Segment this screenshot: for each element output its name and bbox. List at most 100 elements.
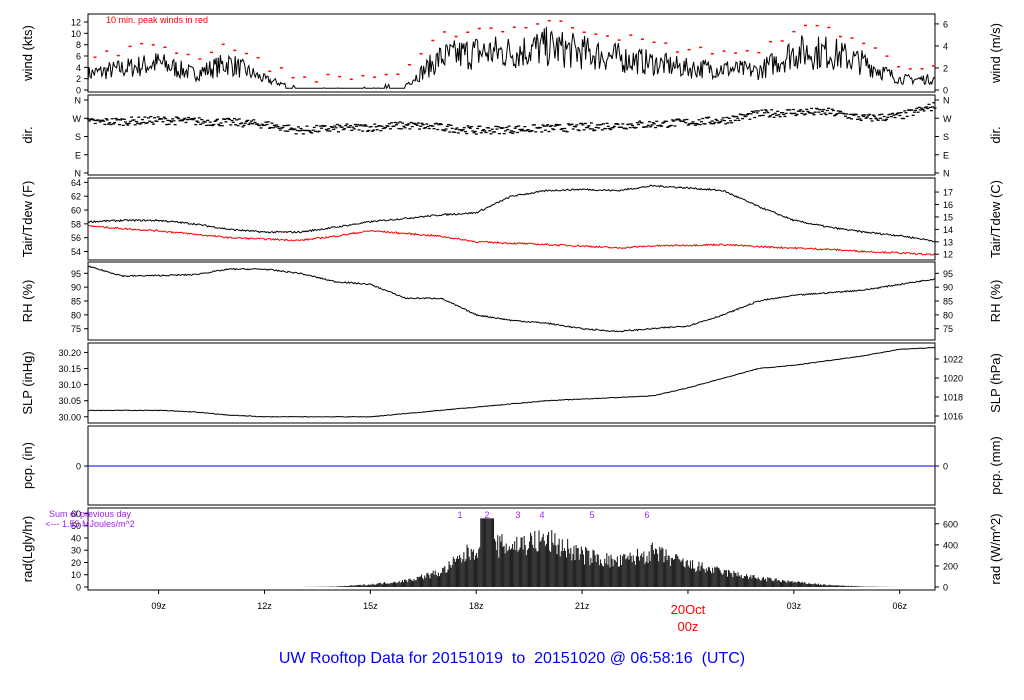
chart-canvas: wind (kts) wind (m/s)024681012024610 min.… — [20, 13, 1003, 634]
x-tick-label: 15z — [363, 601, 378, 611]
rad-tick-label: 40 — [71, 533, 81, 543]
wind-tick-label: 8 — [76, 40, 81, 50]
series-tair — [87, 184, 936, 243]
sun-marker: 4 — [539, 510, 544, 520]
rh-tick-label: 85 — [71, 297, 81, 307]
dir-rtick-label: S — [943, 132, 949, 142]
wind-ylabel: wind (kts) — [20, 25, 35, 82]
rh-ylabel: RH (%) — [20, 280, 35, 323]
wind-rtick-label: 4 — [943, 41, 948, 51]
slp-tick-label: 30.10 — [58, 380, 81, 390]
panel-wind — [87, 13, 936, 93]
dir-rtick-label: N — [943, 169, 950, 179]
wind-ylabel-right: wind (m/s) — [988, 23, 1003, 84]
temp-tick-label: 56 — [71, 233, 81, 243]
rad-ylabel: rad(Lgly/hr) — [20, 516, 35, 582]
rh-rtick-label: 95 — [943, 269, 953, 279]
dir-tick-label: W — [73, 114, 82, 124]
rh-rtick-label: 75 — [943, 324, 953, 334]
rad-tick-label: 30 — [71, 546, 81, 556]
dir-ylabel-right: dir. — [988, 126, 1003, 143]
chart-figure: wind (kts) wind (m/s) 0 2 4 6 8 10 12 0 2 4 6 10 min.… — [0, 0, 1024, 700]
wind-tick-label: 0 — [76, 86, 81, 96]
temp-ylabel-right: Tair/Tdew (C) — [988, 180, 1003, 258]
slp-rtick-label: 1018 — [943, 392, 963, 402]
rad-rtick-label: 400 — [943, 540, 958, 550]
sun-marker: 3 — [515, 510, 520, 520]
pcp-ylabel: pcp. (in) — [20, 442, 35, 489]
rad-tick-label: 0 — [76, 583, 81, 593]
sun-marker: 5 — [589, 510, 594, 520]
temp-tick-label: 60 — [71, 206, 81, 216]
dir-rtick-label: E — [943, 150, 949, 160]
wind-tick-label: 6 — [76, 52, 81, 62]
temp-tick-label: 62 — [71, 192, 81, 202]
wind-speed-line — [87, 26, 936, 90]
x-tick-label: 03z — [787, 601, 802, 611]
temp-rtick-label: 15 — [943, 212, 953, 222]
slp-line — [87, 346, 936, 418]
slp-ylabel: SLP (inHg) — [20, 351, 35, 414]
wind-tick-label: 2 — [76, 74, 81, 84]
rh-line — [87, 265, 936, 333]
rh-rtick-label: 80 — [943, 310, 953, 320]
x-date-label: 20Oct — [671, 602, 706, 617]
dir-tick-label: S — [75, 132, 81, 142]
panel-temp — [87, 177, 936, 261]
panel-slp — [87, 342, 936, 424]
wind-tick-label: 10 — [71, 29, 81, 39]
rad-rtick-label: 0 — [943, 583, 948, 593]
wind-tick-label: 12 — [71, 18, 81, 28]
slp-rtick-label: 1016 — [943, 411, 963, 421]
temp-rtick-label: 16 — [943, 200, 953, 210]
panel-rh — [87, 261, 936, 341]
rh-tick-label: 75 — [71, 324, 81, 334]
temp-tick-label: 54 — [71, 247, 81, 257]
pcp-ylabel-right: pcp. (mm) — [988, 436, 1003, 495]
rh-ylabel-right: RH (%) — [988, 280, 1003, 323]
slp-rtick-label: 1022 — [943, 354, 963, 364]
sun-marker: 2 — [484, 510, 489, 520]
rad-note-2: <--- 1.55 MJoules/m^2 — [45, 519, 135, 529]
dir-rtick-label: W — [943, 114, 952, 124]
dir-tick-label: E — [75, 150, 81, 160]
sun-marker: 1 — [457, 510, 462, 520]
rad-ylabel-right: rad (W/m^2) — [988, 513, 1003, 584]
chart-title: UW Rooftop Data for 20151019 to 20151020… — [278, 650, 746, 667]
x-tick-label: 09z — [151, 601, 166, 611]
wind-tick-label: 4 — [76, 63, 81, 73]
dir-ylabel: dir. — [20, 126, 35, 143]
pcp-rtick-label: 0 — [943, 462, 948, 472]
slp-tick-label: 30.20 — [58, 348, 81, 358]
rad-rtick-label: 200 — [943, 561, 958, 571]
rad-note-1: Sum of previous day — [49, 509, 132, 519]
sun-marker: 6 — [644, 510, 649, 520]
rh-rtick-label: 90 — [943, 283, 953, 293]
x-tick-label: 18z — [469, 601, 484, 611]
dir-tick-label: N — [75, 96, 82, 106]
rad-tick-label: 10 — [71, 570, 81, 580]
temp-tick-label: 64 — [71, 178, 81, 188]
wind-rtick-label: 6 — [943, 19, 948, 29]
pcp-tick-label: 0 — [76, 462, 81, 472]
x-tick-label: 06z — [892, 601, 907, 611]
slp-tick-label: 30.05 — [58, 396, 81, 406]
rad-rtick-label: 600 — [943, 519, 958, 529]
rad-tick-label: 20 — [71, 558, 81, 568]
x-tick-label: 21z — [575, 601, 590, 611]
temp-rtick-label: 13 — [943, 237, 953, 247]
temp-rtick-label: 12 — [943, 250, 953, 260]
temp-tick-label: 58 — [71, 219, 81, 229]
slp-tick-label: 30.00 — [58, 412, 81, 422]
series-tdew — [87, 224, 936, 256]
x-date-hour: 00z — [677, 619, 698, 634]
temp-rtick-label: 17 — [943, 188, 953, 198]
dir-rtick-label: N — [943, 96, 950, 106]
temp-ylabel: Tair/Tdew (F) — [20, 181, 35, 258]
slp-ylabel-right: SLP (hPa) — [988, 353, 1003, 413]
rh-tick-label: 95 — [71, 269, 81, 279]
rh-rtick-label: 85 — [943, 297, 953, 307]
wind-rtick-label: 2 — [943, 63, 948, 73]
panel-dir — [87, 94, 936, 176]
rh-tick-label: 90 — [71, 283, 81, 293]
